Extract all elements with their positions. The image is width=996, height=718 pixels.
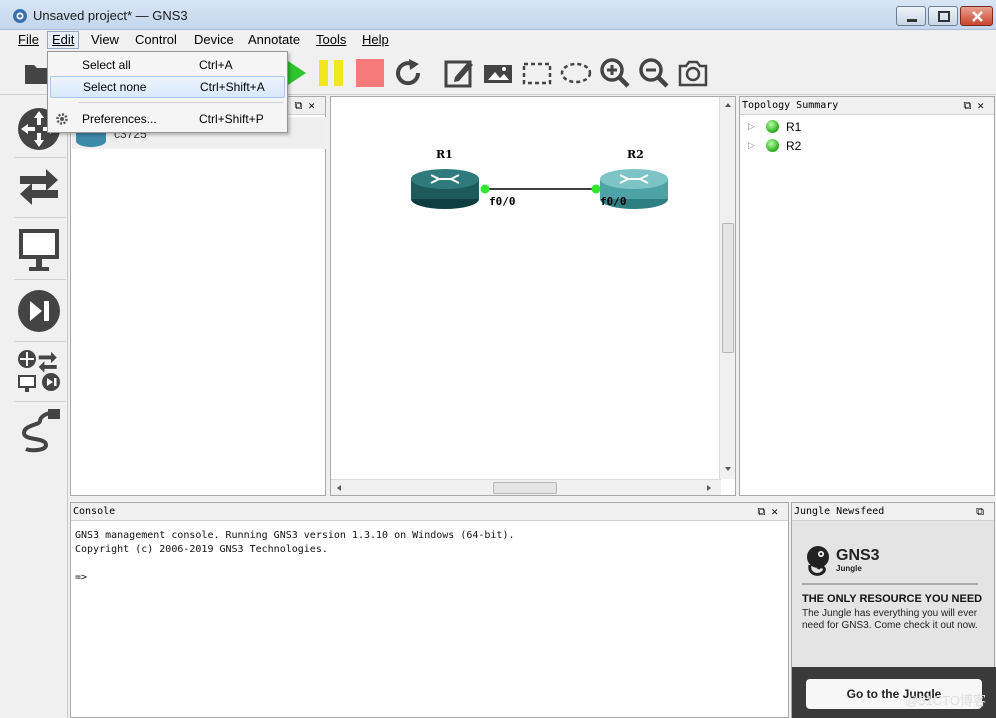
menu-select-none[interactable]: Select none Ctrl+Shift+A bbox=[50, 76, 285, 98]
node-label-r1[interactable]: R1 bbox=[436, 148, 453, 161]
menu-control[interactable]: Control bbox=[131, 31, 181, 49]
menu-bar: File Edit View Control Device Annotate T… bbox=[0, 30, 996, 50]
restore-icon bbox=[938, 11, 950, 22]
devices-panel: ⧉✕ c3725 bbox=[70, 96, 326, 496]
divider bbox=[802, 583, 978, 585]
menu-preferences[interactable]: Preferences... Ctrl+Shift+P bbox=[50, 108, 285, 130]
horizontal-scroll-thumb[interactable] bbox=[493, 482, 557, 494]
minimize-button[interactable] bbox=[896, 6, 926, 26]
zoom-in-icon[interactable] bbox=[599, 57, 631, 89]
port-indicator-r2 bbox=[591, 184, 601, 194]
suspend-all-icon[interactable] bbox=[316, 57, 348, 89]
panel-controls[interactable]: ⧉✕ bbox=[758, 503, 784, 521]
topology-item-name: R1 bbox=[786, 120, 802, 134]
expand-arrow-icon[interactable]: ▷ bbox=[748, 140, 755, 151]
zoom-out-icon[interactable] bbox=[638, 57, 670, 89]
draw-rectangle-icon[interactable] bbox=[521, 57, 553, 89]
topology-drawing bbox=[411, 169, 668, 209]
menu-separator bbox=[78, 102, 283, 103]
port-label-r2: f0/0 bbox=[600, 195, 627, 208]
vertical-scrollbar[interactable] bbox=[719, 97, 735, 479]
panel-controls[interactable]: ⧉✕ bbox=[295, 97, 321, 115]
end-devices-icon[interactable] bbox=[16, 225, 62, 273]
switches-icon[interactable] bbox=[16, 163, 62, 211]
menu-select-all[interactable]: Select all Ctrl+A bbox=[50, 54, 285, 76]
window-title: Unsaved project* — GNS3 bbox=[33, 8, 188, 23]
watermark: @51CTO博客 bbox=[905, 693, 986, 708]
stop-all-icon[interactable] bbox=[354, 57, 386, 89]
draw-ellipse-icon[interactable] bbox=[560, 57, 592, 89]
close-button[interactable] bbox=[960, 6, 993, 26]
vertical-scroll-thumb[interactable] bbox=[722, 223, 734, 353]
panel-controls[interactable]: ⧉✕ bbox=[964, 97, 990, 115]
topology-summary-panel: Topology Summary ⧉✕ ▷ R1 ▷ R2 bbox=[739, 96, 995, 496]
topology-summary-header: Topology Summary ⧉✕ bbox=[740, 97, 994, 115]
jungle-brand-sub: Jungle bbox=[836, 564, 862, 573]
gns3-app-icon bbox=[13, 9, 27, 23]
reload-all-icon[interactable] bbox=[392, 57, 424, 89]
console-panel[interactable]: Console ⧉✕ GNS3 management console. Runn… bbox=[70, 502, 789, 718]
menu-annotate[interactable]: Annotate bbox=[244, 31, 304, 49]
menu-help[interactable]: Help bbox=[358, 31, 393, 49]
panel-controls[interactable]: ⧉ bbox=[976, 503, 990, 521]
console-output[interactable]: GNS3 management console. Running GNS3 ve… bbox=[75, 529, 515, 585]
jungle-headline: THE ONLY RESOURCE YOU NEED bbox=[802, 593, 983, 605]
horizontal-scrollbar[interactable] bbox=[331, 479, 721, 495]
edit-menu-dropdown: Select all Ctrl+A Select none Ctrl+Shift… bbox=[47, 51, 288, 133]
security-devices-icon[interactable] bbox=[16, 287, 62, 335]
menu-tools[interactable]: Tools bbox=[312, 31, 350, 49]
router-r1[interactable] bbox=[411, 169, 479, 209]
port-label-r1: f0/0 bbox=[489, 195, 516, 208]
expand-arrow-icon[interactable]: ▷ bbox=[748, 121, 755, 132]
insert-picture-icon[interactable] bbox=[482, 57, 514, 89]
all-devices-icon[interactable] bbox=[16, 347, 62, 395]
add-link-icon[interactable] bbox=[16, 407, 62, 455]
console-title: Console bbox=[73, 506, 116, 517]
console-header: Console ⧉✕ bbox=[71, 503, 788, 521]
menu-edit[interactable]: Edit bbox=[47, 31, 80, 49]
screenshot-icon[interactable] bbox=[677, 57, 709, 89]
topology-canvas[interactable]: R1 R2 f0/0 f0/0 bbox=[330, 96, 736, 496]
jungle-title: Jungle Newsfeed bbox=[794, 506, 885, 517]
jungle-body: The Jungle has everything you will ever … bbox=[802, 608, 978, 631]
title-bar: Unsaved project* — GNS3 bbox=[0, 0, 996, 30]
menu-device[interactable]: Device bbox=[190, 31, 238, 49]
status-green-icon bbox=[766, 139, 779, 152]
jungle-brand: GNS3 bbox=[836, 547, 880, 564]
node-label-r2[interactable]: R2 bbox=[627, 148, 644, 161]
menu-view[interactable]: View bbox=[87, 31, 123, 49]
device-type-bar bbox=[10, 97, 68, 718]
close-icon bbox=[972, 11, 983, 22]
gear-icon bbox=[56, 113, 68, 125]
topology-summary-title: Topology Summary bbox=[742, 100, 839, 111]
maximize-button[interactable] bbox=[928, 6, 958, 26]
minimize-icon bbox=[907, 19, 917, 22]
menu-file[interactable]: File bbox=[14, 31, 43, 49]
status-green-icon bbox=[766, 120, 779, 133]
topology-item-name: R2 bbox=[786, 139, 802, 153]
jungle-header: Jungle Newsfeed ⧉ bbox=[792, 503, 994, 521]
port-indicator-r1 bbox=[480, 184, 490, 194]
add-note-icon[interactable] bbox=[443, 57, 475, 89]
jungle-newsfeed-panel: Jungle Newsfeed ⧉ GNS3 Jungle THE ONLY R… bbox=[791, 502, 996, 718]
